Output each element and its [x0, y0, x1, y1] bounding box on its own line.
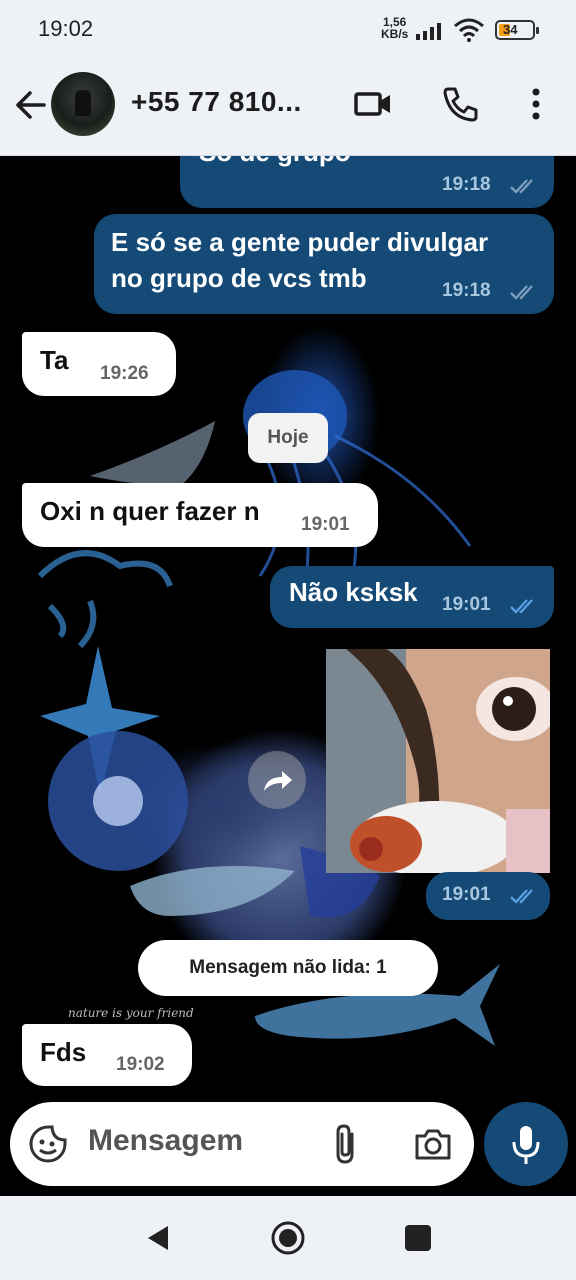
composer-bar: Mensagem: [0, 1098, 576, 1196]
back-arrow-icon[interactable]: [12, 87, 48, 123]
signal-icon: [416, 23, 441, 40]
system-nav-bar: [0, 1196, 576, 1280]
network-speed: 1,56 KB/s: [381, 16, 408, 40]
battery-icon: 34: [495, 20, 539, 40]
double-check-icon: [510, 889, 533, 904]
message-time: 19:26: [100, 363, 149, 384]
date-divider: Hoje: [248, 413, 328, 463]
message-placeholder: Mensagem: [88, 1124, 244, 1157]
chat-header: +55 77 810...: [0, 58, 576, 156]
mic-button[interactable]: [484, 1102, 568, 1186]
forward-button[interactable]: [248, 751, 306, 809]
double-check-icon: [510, 285, 533, 300]
message-time: 19:01: [442, 884, 491, 905]
nav-recents-icon[interactable]: [398, 1218, 438, 1258]
message-time: 19:18: [442, 174, 491, 195]
image-message[interactable]: [326, 649, 550, 873]
nav-back-icon[interactable]: [138, 1218, 178, 1258]
contact-avatar[interactable]: [51, 72, 115, 136]
network-speed-unit: KB/s: [381, 27, 409, 41]
message-outgoing[interactable]: Só de grupo 19:18: [180, 156, 554, 208]
message-time: 19:01: [301, 514, 350, 535]
unread-divider: Mensagem não lida: 1: [138, 940, 438, 996]
video-call-icon[interactable]: [353, 84, 393, 124]
attach-icon[interactable]: [328, 1122, 364, 1166]
message-time: 19:18: [442, 280, 491, 301]
message-incoming[interactable]: Fds 19:02: [22, 1024, 192, 1086]
photo-content: [326, 649, 550, 873]
message-text: Ta: [40, 345, 69, 375]
message-text: Não ksksk: [289, 577, 418, 607]
message-text-line: E só se a gente puder divulgar: [111, 227, 489, 257]
message-outgoing[interactable]: E só se a gente puder divulgar no grupo …: [94, 214, 554, 314]
contact-name[interactable]: +55 77 810...: [131, 86, 302, 118]
message-text: Fds: [40, 1037, 87, 1067]
double-check-icon: [510, 179, 533, 194]
mic-icon: [512, 1126, 540, 1164]
battery-percent: 34: [503, 22, 518, 37]
camera-icon[interactable]: [413, 1124, 453, 1164]
message-input[interactable]: Mensagem: [10, 1102, 474, 1186]
wifi-icon: [454, 18, 484, 42]
message-text-line: no grupo de vcs tmb: [111, 263, 367, 293]
double-check-icon: [510, 599, 533, 614]
status-bar: 19:02 1,56 KB/s 34: [0, 0, 576, 58]
chat-messages[interactable]: nature is your friend Só de grupo 19:18 …: [0, 156, 576, 1098]
nav-home-icon[interactable]: [268, 1218, 308, 1258]
image-message-meta: 19:01: [426, 872, 550, 920]
forward-icon: [264, 771, 292, 791]
more-vert-icon[interactable]: [516, 84, 556, 124]
message-incoming[interactable]: Oxi n quer fazer n 19:01: [22, 483, 378, 547]
phone-icon[interactable]: [440, 84, 480, 124]
wallpaper-caption: nature is your friend: [68, 1006, 194, 1020]
message-time: 19:02: [116, 1054, 165, 1075]
message-outgoing[interactable]: Não ksksk 19:01: [270, 566, 554, 628]
message-text: Oxi n quer fazer n: [40, 496, 260, 526]
message-incoming[interactable]: Ta 19:26: [22, 332, 176, 396]
sticker-icon[interactable]: [28, 1124, 68, 1164]
message-text: Só de grupo: [199, 156, 351, 170]
status-time: 19:02: [38, 16, 94, 41]
message-time: 19:01: [442, 594, 491, 615]
